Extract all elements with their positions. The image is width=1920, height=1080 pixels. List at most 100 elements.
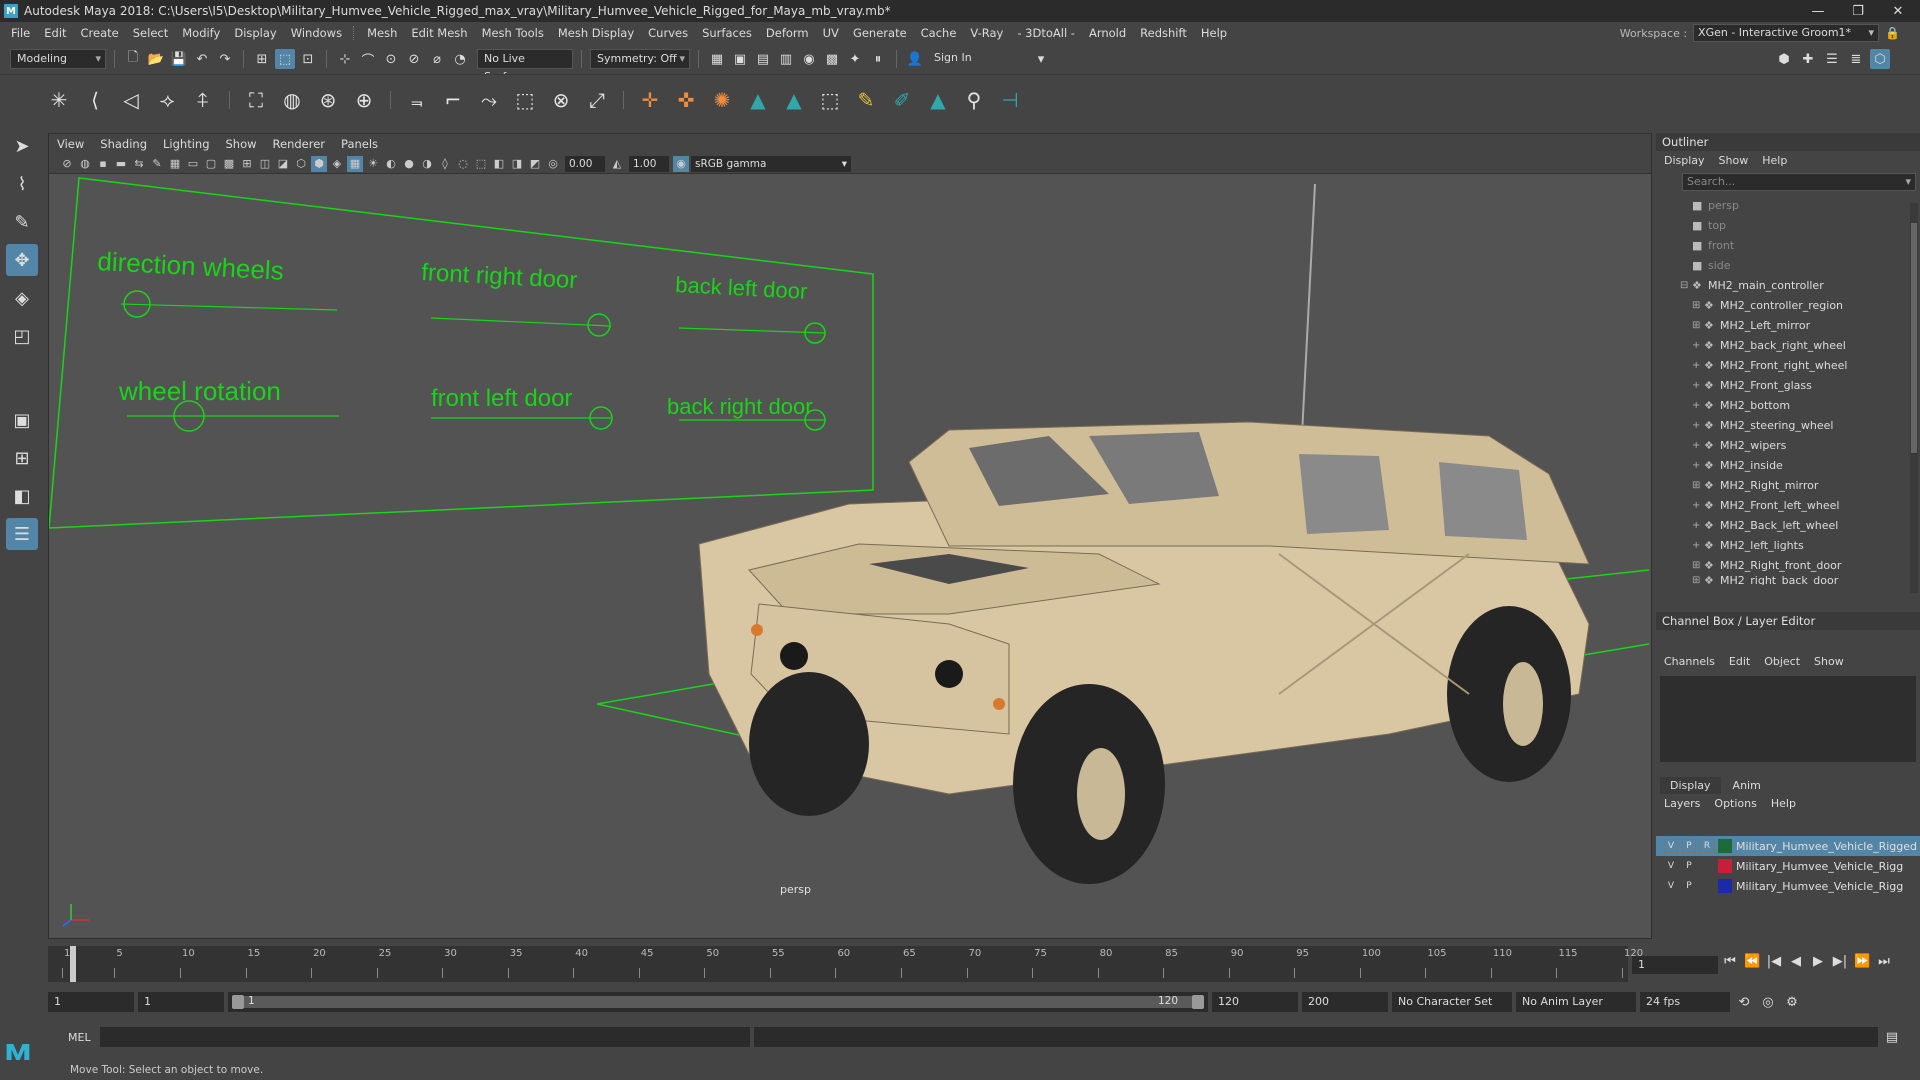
lasso-tool-icon[interactable]: ⌇ — [6, 168, 38, 200]
layer-playback-toggle[interactable]: P — [1682, 879, 1696, 893]
outliner-item-side[interactable]: ■ side — [1662, 255, 1920, 275]
snap-surface-icon[interactable]: ⌀ — [427, 49, 447, 69]
layer-menu-options[interactable]: Options — [1714, 797, 1756, 810]
sign-in-button[interactable]: Sign In — [928, 49, 1028, 69]
menu-file[interactable]: File — [4, 26, 37, 40]
redo-icon[interactable]: ↷ — [215, 49, 235, 69]
lock-icon[interactable]: 🔒 — [1885, 26, 1900, 40]
layer-menu-help[interactable]: Help — [1771, 797, 1796, 810]
select-component-icon[interactable]: ⊡ — [298, 49, 318, 69]
menu-set-dropdown[interactable]: Modeling — [10, 49, 106, 69]
human-ik-icon[interactable]: ✚ — [1798, 49, 1818, 69]
minimize-button[interactable]: — — [1798, 0, 1838, 22]
layer-playback-toggle[interactable]: P — [1682, 859, 1696, 873]
select-tool-icon[interactable]: ➤ — [6, 130, 38, 162]
antenna[interactable] — [1300, 183, 1316, 455]
empty-slot-icon[interactable]: ⬚ — [815, 85, 845, 115]
vp-menu-shading[interactable]: Shading — [100, 137, 147, 151]
menu-mesh-display[interactable]: Mesh Display — [551, 26, 641, 40]
outliner-item-front[interactable]: ■ front — [1662, 235, 1920, 255]
outliner-menu-show[interactable]: Show — [1719, 154, 1749, 167]
outliner-scrollbar[interactable] — [1910, 203, 1918, 593]
grid-icon[interactable]: ▦ — [167, 156, 183, 172]
tab-display[interactable]: Display — [1660, 777, 1721, 794]
current-frame-field[interactable]: 1 — [1632, 956, 1718, 974]
outliner-search-input[interactable]: Search... — [1682, 173, 1916, 191]
wireframe-icon[interactable]: ⬡ — [293, 156, 309, 172]
vp-menu-renderer[interactable]: Renderer — [273, 137, 326, 151]
animation-prefs-icon[interactable]: ⚙ — [1782, 992, 1802, 1012]
vray-render-icon[interactable]: ▩ — [822, 49, 842, 69]
tab-anim[interactable]: Anim — [1723, 777, 1771, 794]
channel-box-icon[interactable]: ⬡ — [1870, 49, 1890, 69]
motion-blur-icon[interactable]: ◑ — [419, 156, 435, 172]
xray-icon[interactable]: ◧ — [491, 156, 507, 172]
expand-icon[interactable]: ⊞ — [1692, 320, 1704, 331]
camera-attr-icon[interactable]: ◍ — [77, 156, 93, 172]
expand-icon[interactable]: ⊞ — [1692, 300, 1704, 311]
collapse-icon[interactable]: ⊟ — [1680, 280, 1692, 291]
layer-visibility-toggle[interactable]: V — [1664, 839, 1678, 853]
vp-menu-lighting[interactable]: Lighting — [163, 137, 209, 151]
textured-icon[interactable]: ▦ — [347, 155, 363, 172]
symmetry-dropdown[interactable]: Symmetry: Off — [590, 49, 690, 69]
menu-generate[interactable]: Generate — [846, 26, 914, 40]
open-scene-icon[interactable]: 📂 — [146, 49, 166, 69]
channel-menu-object[interactable]: Object — [1764, 655, 1800, 668]
sculpt-tool-icon[interactable]: ✐ — [887, 85, 917, 115]
outliner-item[interactable]: ⊞ ❖ MH2_controller_region — [1662, 295, 1920, 315]
layer-color-swatch[interactable] — [1718, 879, 1732, 893]
screen-space-ao-icon[interactable]: ● — [401, 156, 417, 172]
set-driven-key-icon[interactable]: ✺ — [707, 85, 737, 115]
snap-curve-icon[interactable]: ⌒ — [358, 49, 378, 69]
locator-orient-icon[interactable]: ✜ — [671, 85, 701, 115]
expand-icon[interactable]: + — [1692, 360, 1704, 371]
2d-pan-icon[interactable]: ⇆ — [131, 156, 147, 172]
play-backwards-button[interactable]: ◀ — [1788, 954, 1804, 969]
menu-edit[interactable]: Edit — [37, 26, 73, 40]
time-slider[interactable]: 1 5 10 15 20 25 30 35 40 45 50 55 60 65 70 75 80 85 90 95 10… — [48, 946, 1643, 982]
outliner-item-persp[interactable]: ■ persp — [1662, 195, 1920, 215]
new-scene-icon[interactable]: 🗋 — [123, 49, 143, 69]
smooth-bind-icon[interactable]: ◍ — [277, 85, 307, 115]
layer-row[interactable]: V P Military_Humvee_Vehicle_Rigg — [1656, 876, 1920, 896]
use-all-lights-icon[interactable]: ☀ — [365, 156, 381, 172]
animation-start-field[interactable]: 1 — [48, 992, 134, 1012]
expand-icon[interactable]: + — [1692, 400, 1704, 411]
wrap-deformer-icon[interactable]: ⊕ — [349, 85, 379, 115]
script-editor-icon[interactable]: ▤ — [1882, 1027, 1902, 1047]
outliner-item[interactable]: ⊞ ❖ MH2_Right_front_door — [1662, 555, 1920, 575]
render-frame-icon[interactable]: ▣ — [730, 49, 750, 69]
snap-point-icon[interactable]: ⊙ — [381, 49, 401, 69]
expand-icon[interactable]: + — [1692, 380, 1704, 391]
default-material-icon[interactable]: ◈ — [329, 156, 345, 172]
outliner-item[interactable]: + ❖ MH2_bottom — [1662, 395, 1920, 415]
range-start-handle[interactable] — [232, 995, 244, 1009]
menu-modify[interactable]: Modify — [175, 26, 227, 40]
image-plane-icon[interactable]: ▬ — [113, 156, 129, 172]
vp-menu-panels[interactable]: Panels — [341, 137, 378, 151]
snap-grid-icon[interactable]: ⊹ — [335, 49, 355, 69]
outliner-item[interactable]: + ❖ MH2_inside — [1662, 455, 1920, 475]
gate-mask-icon[interactable]: ▩ — [221, 156, 237, 172]
character-set-dropdown[interactable]: No Character Set — [1392, 992, 1512, 1012]
live-surface-field[interactable]: No Live Surface — [477, 49, 573, 83]
outliner-scroll-thumb[interactable] — [1911, 223, 1917, 453]
locator-icon[interactable]: ✛ — [635, 85, 665, 115]
shadows-icon[interactable]: ◐ — [383, 156, 399, 172]
layer-row[interactable]: V P Military_Humvee_Vehicle_Rigg — [1656, 856, 1920, 876]
select-hierarchy-icon[interactable]: ⊞ — [252, 49, 272, 69]
ik-spline-icon[interactable]: ⟢ — [152, 85, 182, 115]
four-view-icon[interactable]: ⊞ — [6, 442, 38, 474]
tool-settings-icon[interactable]: ≣ — [1846, 49, 1866, 69]
channel-menu-show[interactable]: Show — [1814, 655, 1844, 668]
pin-icon[interactable]: ⚲ — [959, 85, 989, 115]
vp-menu-show[interactable]: Show — [226, 137, 257, 151]
bind-skin-icon[interactable]: ⛶ — [241, 85, 271, 115]
move-tool-icon[interactable]: ✥ — [6, 244, 38, 276]
attribute-editor-icon[interactable]: ☰ — [1822, 49, 1842, 69]
hik-control-icon[interactable]: ▲ — [779, 85, 809, 115]
layer-menu-layers[interactable]: Layers — [1664, 797, 1700, 810]
select-object-icon[interactable]: ⬚ — [275, 49, 295, 69]
close-button[interactable]: ✕ — [1878, 0, 1918, 22]
